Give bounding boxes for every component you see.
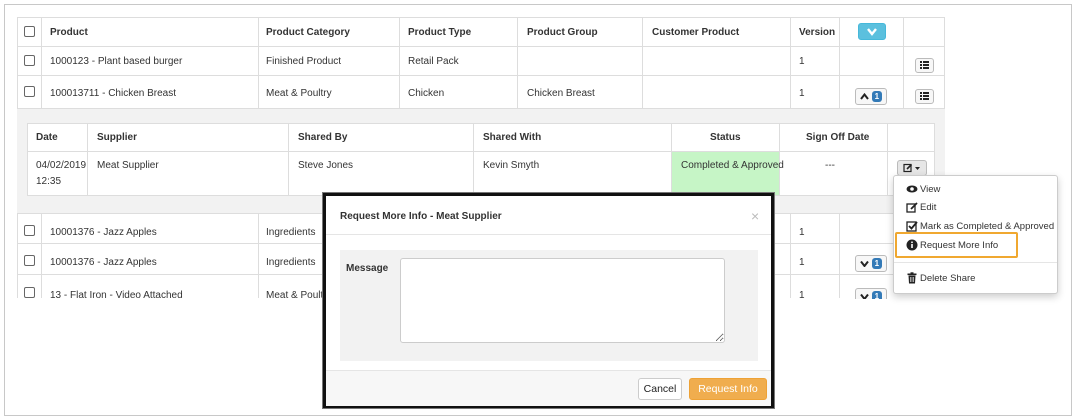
col-header-version[interactable]: Version <box>799 27 835 38</box>
modal-body: Message <box>340 250 758 361</box>
close-icon[interactable]: × <box>751 208 759 224</box>
row-checkbox[interactable] <box>24 225 35 236</box>
collapse-shares-button[interactable]: 1 <box>855 88 887 105</box>
share-sign-off-date: --- <box>825 160 835 171</box>
product-type: Retail Pack <box>408 56 459 67</box>
product-version: 1 <box>799 227 805 238</box>
eye-icon <box>906 185 918 193</box>
row-checkbox[interactable] <box>24 86 35 97</box>
shares-count-badge: 1 <box>871 258 883 269</box>
list-icon <box>920 61 929 69</box>
edit-icon <box>906 202 918 213</box>
product-version: 1 <box>799 257 805 268</box>
share-actions-dropdown[interactable] <box>897 160 927 176</box>
share-shared-by: Steve Jones <box>298 160 354 171</box>
select-all-checkbox[interactable] <box>24 26 35 37</box>
product-category: Ingredients <box>266 257 316 268</box>
product-category: Meat & Poultry <box>266 88 332 99</box>
col-header-date[interactable]: Date <box>36 132 58 143</box>
trash-icon <box>907 272 917 284</box>
product-version: 1 <box>799 56 805 67</box>
shares-count-badge: 1 <box>871 91 883 102</box>
col-header-type[interactable]: Product Type <box>408 27 471 38</box>
product-version: 1 <box>799 88 805 99</box>
products-table: Product Product Category Product Type Pr… <box>17 17 945 109</box>
col-header-supplier[interactable]: Supplier <box>97 132 137 143</box>
menu-item-delete-share[interactable]: Delete Share <box>894 270 1059 288</box>
status-badge: Completed & Approved <box>681 160 784 171</box>
list-icon <box>920 92 929 100</box>
share-time: 12:35 <box>36 176 62 187</box>
row-checkbox[interactable] <box>24 55 35 66</box>
col-header-category[interactable]: Product Category <box>266 27 350 38</box>
modal-header: Request More Info - Meat Supplier × <box>326 196 771 235</box>
row-checkbox[interactable] <box>24 255 35 266</box>
share-shared-with: Kevin Smyth <box>483 160 540 171</box>
col-header-shared-with[interactable]: Shared With <box>483 132 541 143</box>
expand-all-button[interactable] <box>858 23 886 40</box>
col-header-group[interactable]: Product Group <box>527 27 598 38</box>
menu-divider <box>894 262 1057 263</box>
edit-icon <box>903 163 920 173</box>
product-name: 100013711 - Chicken Breast <box>50 88 177 99</box>
menu-item-view[interactable]: View <box>894 181 1059 199</box>
chevron-down-icon <box>867 28 877 36</box>
modal-title: Request More Info - Meat Supplier <box>340 211 502 222</box>
col-header-status[interactable]: Status <box>710 132 741 143</box>
product-name: 10001376 - Jazz Apples <box>50 257 157 268</box>
chevron-up-icon <box>860 92 869 100</box>
product-name: 10001376 - Jazz Apples <box>50 227 157 238</box>
row-checkbox[interactable] <box>24 287 35 298</box>
col-header-customer-product[interactable]: Customer Product <box>652 27 739 38</box>
share-date: 04/02/2019 <box>36 160 87 171</box>
check-square-icon <box>906 221 918 232</box>
message-label: Message <box>346 263 389 274</box>
product-category: Ingredients <box>266 227 316 238</box>
cancel-button[interactable]: Cancel <box>638 378 682 400</box>
message-textarea[interactable] <box>400 258 725 343</box>
expand-shares-button[interactable]: 1 <box>855 255 887 272</box>
shares-table: Date Supplier Shared By Shared With Stat… <box>27 123 935 196</box>
col-header-shared-by[interactable]: Shared By <box>298 132 347 143</box>
col-header-sign-off-date[interactable]: Sign Off Date <box>806 132 869 143</box>
request-info-button[interactable]: Request Info <box>689 378 767 400</box>
request-more-info-highlight <box>895 232 1018 258</box>
product-category: Finished Product <box>266 56 342 67</box>
row-menu-button[interactable] <box>915 58 934 73</box>
row-menu-button[interactable] <box>915 89 934 104</box>
modal-footer: Cancel Request Info <box>326 370 771 406</box>
share-supplier: Meat Supplier <box>97 160 159 171</box>
chevron-down-icon <box>860 260 869 268</box>
col-header-product[interactable]: Product <box>50 27 88 38</box>
product-group: Chicken Breast <box>527 88 595 99</box>
product-name: 1000123 - Plant based burger <box>50 56 183 67</box>
product-type: Chicken <box>408 88 445 99</box>
menu-item-edit[interactable]: Edit <box>894 199 1059 217</box>
request-info-modal: Request More Info - Meat Supplier × Mess… <box>322 192 775 409</box>
status-cell <box>672 152 779 195</box>
